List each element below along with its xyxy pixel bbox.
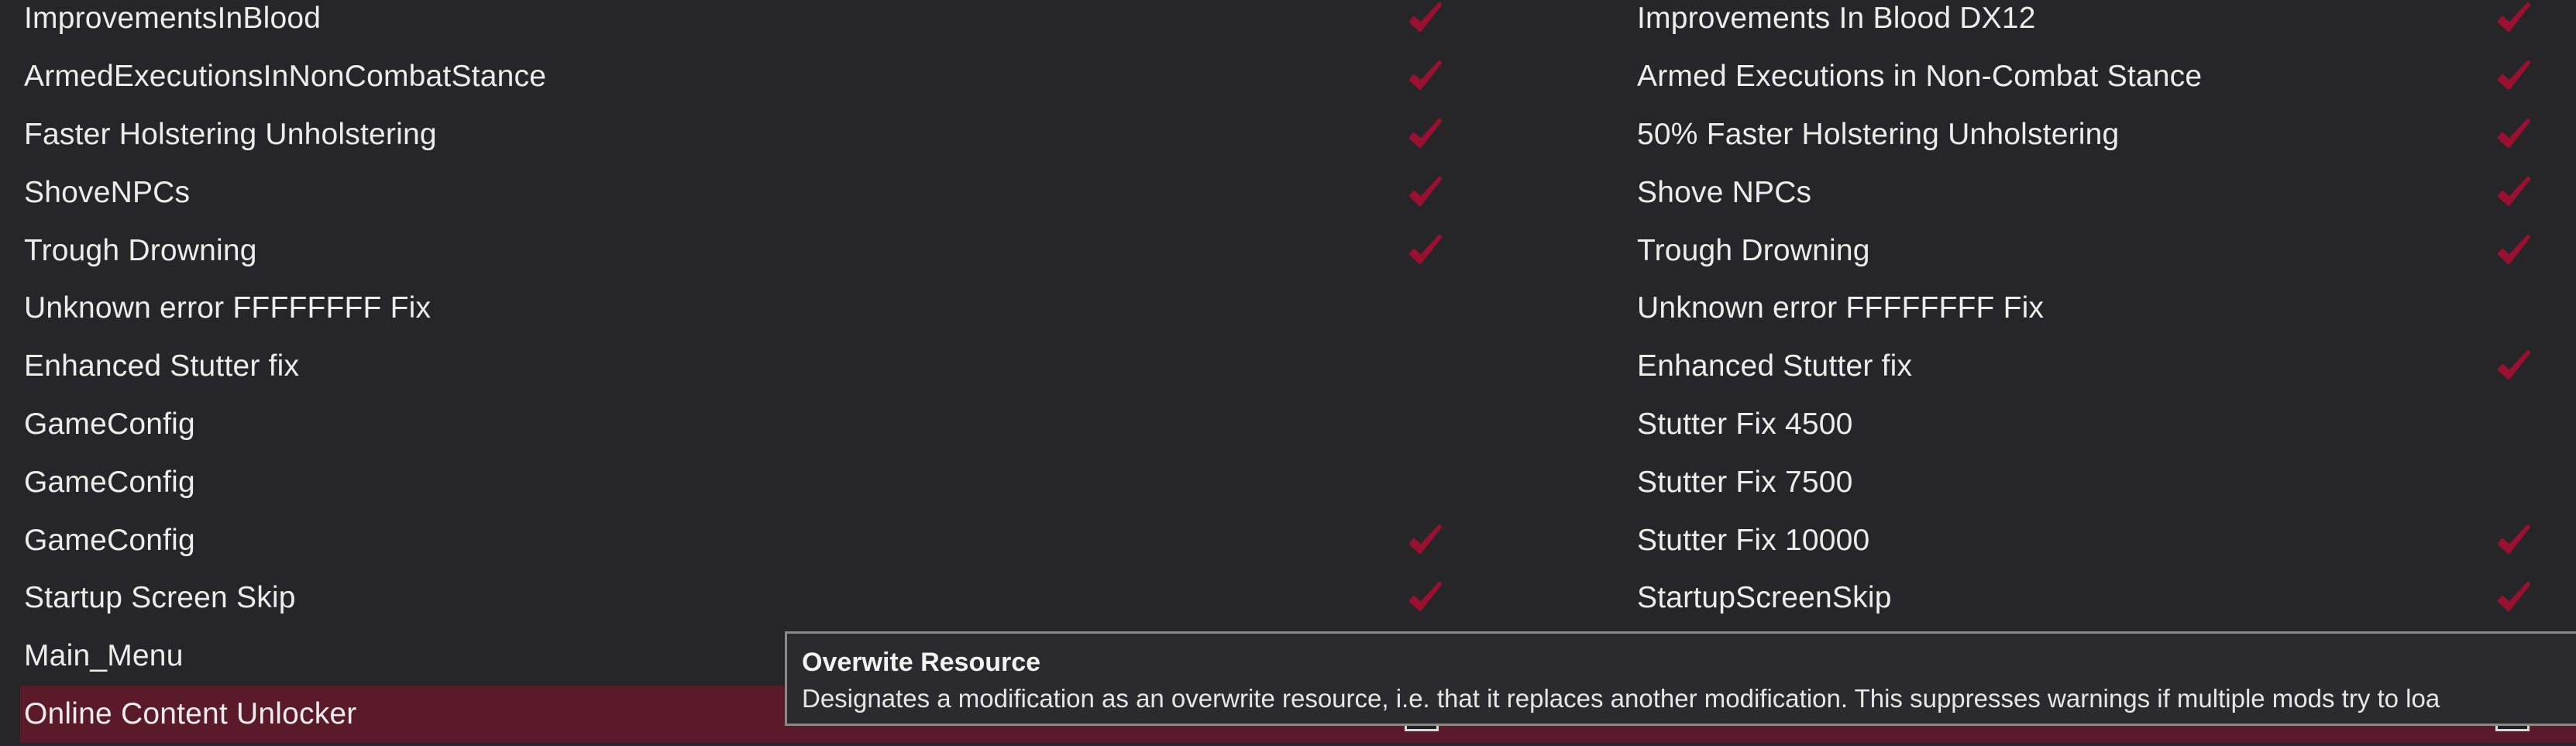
mod-name-left: ImprovementsInBlood: [24, 2, 322, 36]
mod-name-left: Enhanced Stutter fix: [24, 349, 300, 383]
mod-row[interactable]: ShoveNPCs Shove NPCs: [0, 163, 2576, 222]
mod-name-left: ArmedExecutionsInNonCombatStance: [24, 60, 547, 94]
mod-name-right: Unknown error FFFFFFFF Fix: [1637, 291, 2045, 325]
checkmark-icon[interactable]: [1407, 580, 1444, 616]
mod-name-left: Faster Holstering Unholstering: [24, 117, 437, 151]
tooltip-title: Overwite Resource: [802, 648, 1041, 677]
checkmark-icon[interactable]: [2495, 580, 2533, 616]
checkmark-icon[interactable]: [2495, 1, 2533, 36]
mod-name-left: GameConfig: [24, 523, 195, 557]
checkmark-icon[interactable]: [1407, 117, 1444, 153]
checkmark-icon[interactable]: [2495, 117, 2533, 153]
mod-name-right: Stutter Fix 4500: [1637, 407, 1853, 441]
mod-name-left: GameConfig: [24, 465, 195, 499]
mod-row[interactable]: Faster Holstering Unholstering 50% Faster…: [0, 106, 2576, 164]
mod-name-left: Unknown error FFFFFFFF Fix: [24, 291, 432, 325]
mod-row[interactable]: GameConfig Stutter Fix 10000: [0, 511, 2576, 569]
mod-name-left: GameConfig: [24, 407, 195, 441]
mod-row[interactable]: Enhanced Stutter fix Enhanced Stutter fix: [0, 338, 2576, 396]
mod-name-left: ShoveNPCs: [24, 175, 191, 209]
mod-row[interactable]: ImprovementsInBlood Improvements In Blood…: [0, 0, 2576, 48]
checkmark-icon[interactable]: [2495, 349, 2533, 384]
mod-name-right: Improvements In Blood DX12: [1637, 2, 2036, 36]
mod-name-left: Startup Screen Skip: [24, 581, 296, 615]
mod-name-right: Stutter Fix 7500: [1637, 465, 1853, 499]
mod-row[interactable]: Trough Drowning Trough Drowning: [0, 222, 2576, 280]
checkmark-icon[interactable]: [2495, 523, 2533, 559]
mod-name-right: 50% Faster Holstering Unholstering: [1637, 117, 2120, 151]
checkmark-icon[interactable]: [2495, 233, 2533, 269]
checkmark-icon[interactable]: [1407, 233, 1444, 269]
mod-name-right: Armed Executions in Non-Combat Stance: [1637, 60, 2203, 94]
mod-row[interactable]: Startup Screen Skip StartupScreenSkip: [0, 569, 2576, 627]
tooltip-body: Designates a modification as an overwrit…: [802, 684, 2440, 713]
mod-row[interactable]: Unknown error FFFFFFFF Fix Unknown error …: [0, 280, 2576, 338]
checkmark-icon[interactable]: [1407, 59, 1444, 95]
mod-name-right: Shove NPCs: [1637, 175, 1812, 209]
checkmark-icon[interactable]: [1407, 523, 1444, 559]
mod-name-right: StartupScreenSkip: [1637, 581, 1892, 615]
checkmark-icon[interactable]: [1407, 175, 1444, 211]
mod-row[interactable]: GameConfig Stutter Fix 7500: [0, 453, 2576, 511]
checkmark-icon[interactable]: [1407, 1, 1444, 36]
mod-name-left: Online Content Unlocker: [24, 696, 357, 731]
mod-name-left: Main_Menu: [24, 639, 184, 673]
mod-row[interactable]: GameConfig Stutter Fix 4500: [0, 396, 2576, 454]
mod-name-left: Trough Drowning: [24, 233, 257, 267]
checkmark-icon[interactable]: [2495, 59, 2533, 95]
mod-row[interactable]: ArmedExecutionsInNonCombatStance Armed Ex…: [0, 48, 2576, 106]
checkmark-icon[interactable]: [2495, 175, 2533, 211]
mod-name-right: Stutter Fix 10000: [1637, 523, 1870, 557]
overwrite-resource-tooltip: Overwite Resource Designates a modificat…: [785, 631, 2576, 726]
mod-name-right: Trough Drowning: [1637, 233, 1870, 267]
mod-name-right: Enhanced Stutter fix: [1637, 349, 1913, 383]
